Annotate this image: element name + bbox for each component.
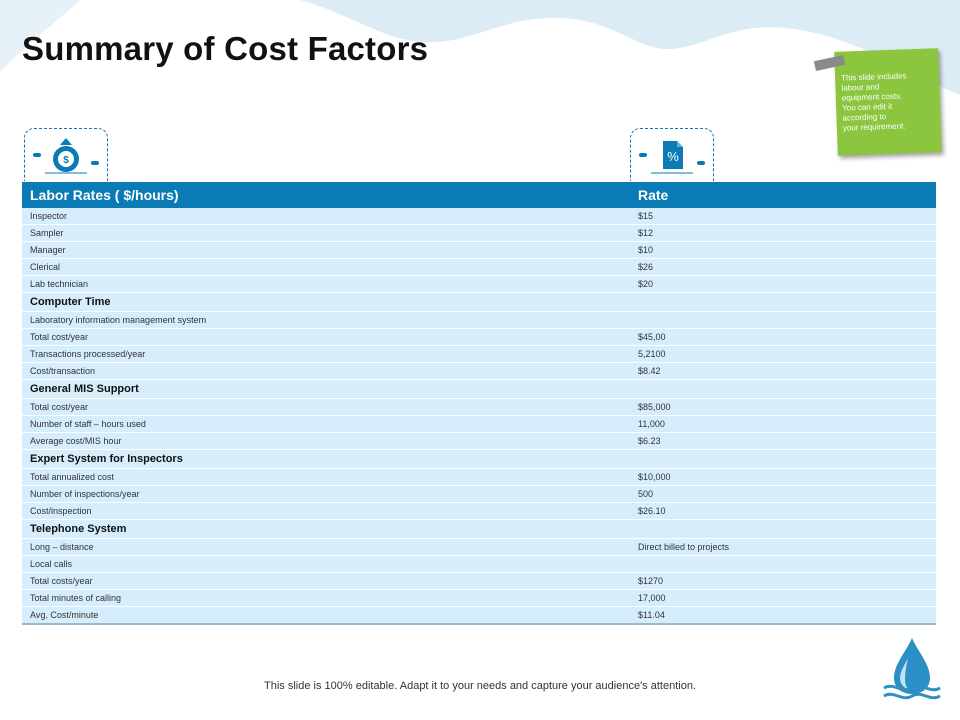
row-value (630, 449, 936, 469)
row-value (630, 292, 936, 312)
rate-icon-box: % (630, 128, 714, 181)
row-value: $15 (630, 208, 936, 225)
row-value (630, 555, 936, 573)
row-label: Total costs/year (22, 572, 630, 590)
row-value: Direct billed to projects (630, 538, 936, 556)
row-label: Sampler (22, 224, 630, 242)
row-value: $12 (630, 224, 936, 242)
table-row: Number of inspections/year 500 (22, 485, 936, 503)
row-value: $85,000 (630, 398, 936, 416)
table-row: Average cost/MIS hour $6.23 (22, 432, 936, 450)
table-row: Avg. Cost/minute $11.04 (22, 606, 936, 625)
table-row: Lab technician $20 (22, 275, 936, 293)
row-label: Lab technician (22, 275, 630, 293)
table-row: Total costs/year $1270 (22, 572, 936, 590)
table-header-row: Labor Rates ( $/hours) Rate (22, 182, 936, 208)
table-row: Laboratory information management system (22, 311, 936, 329)
table-row: Total minutes of calling 17,000 (22, 589, 936, 607)
header-rate: Rate (630, 182, 936, 208)
row-value (630, 519, 936, 539)
page-title: Summary of Cost Factors (22, 30, 429, 67)
section-row: General MIS Support (22, 379, 936, 399)
water-drop-logo (883, 638, 941, 700)
row-value: 500 (630, 485, 936, 503)
row-value: $8.42 (630, 362, 936, 380)
row-label: Avg. Cost/minute (22, 606, 630, 625)
row-value: 17,000 (630, 589, 936, 607)
money-bag-icon: $ (33, 138, 99, 174)
labor-icon-box: $ (24, 128, 108, 181)
row-label: Laboratory information management system (22, 311, 630, 329)
row-label: Total cost/year (22, 398, 630, 416)
row-value: $45,00 (630, 328, 936, 346)
row-value: $20 (630, 275, 936, 293)
row-value (630, 379, 936, 399)
table-row: Sampler $12 (22, 224, 936, 242)
row-value: $10 (630, 241, 936, 259)
table-row: Total annualized cost $10,000 (22, 468, 936, 486)
table-row: Long – distance Direct billed to projects (22, 538, 936, 556)
table-row: Local calls (22, 555, 936, 573)
row-label: Cost/transaction (22, 362, 630, 380)
row-label: Clerical (22, 258, 630, 276)
table-row: Clerical $26 (22, 258, 936, 276)
table-row: Inspector $15 (22, 208, 936, 225)
row-label: Transactions processed/year (22, 345, 630, 363)
row-label: Long – distance (22, 538, 630, 556)
row-label: Inspector (22, 208, 630, 225)
section-row: Computer Time (22, 292, 936, 312)
row-label: Manager (22, 241, 630, 259)
header-labor-rates: Labor Rates ( $/hours) (22, 182, 630, 208)
table-row: Total cost/year $85,000 (22, 398, 936, 416)
section-label: Telephone System (22, 519, 630, 539)
table-row: Number of staff – hours used 11,000 (22, 415, 936, 433)
row-value: $1270 (630, 572, 936, 590)
section-row: Expert System for Inspectors (22, 449, 936, 469)
row-value: 11,000 (630, 415, 936, 433)
table-row: Total cost/year $45,00 (22, 328, 936, 346)
row-value (630, 311, 936, 329)
row-label: Number of inspections/year (22, 485, 630, 503)
row-label: Cost/inspection (22, 502, 630, 520)
section-label: Expert System for Inspectors (22, 449, 630, 469)
sticky-note-text: This slide includes labour and equipment… (840, 71, 907, 133)
table-row: Transactions processed/year 5,2100 (22, 345, 936, 363)
percent-document-icon: % (639, 141, 705, 174)
row-label: Number of staff – hours used (22, 415, 630, 433)
row-value: $6.23 (630, 432, 936, 450)
row-label: Total cost/year (22, 328, 630, 346)
table-row: Cost/inspection $26.10 (22, 502, 936, 520)
row-value: 5,2100 (630, 345, 936, 363)
sticky-note: This slide includes labour and equipment… (813, 48, 942, 156)
svg-text:$: $ (63, 155, 69, 166)
row-value: $26.10 (630, 502, 936, 520)
table-row: Manager $10 (22, 241, 936, 259)
footer-text: This slide is 100% editable. Adapt it to… (264, 680, 696, 692)
row-value: $10,000 (630, 468, 936, 486)
row-label: Local calls (22, 555, 630, 573)
row-value: $11.04 (630, 606, 936, 625)
table-body: Inspector $15 Sampler $12 Manager $10 Clerical… (22, 208, 936, 625)
svg-text:%: % (667, 149, 679, 164)
row-value: $26 (630, 258, 936, 276)
row-label: Total annualized cost (22, 468, 630, 486)
table-row: Cost/transaction $8.42 (22, 362, 936, 380)
section-label: Computer Time (22, 292, 630, 312)
section-row: Telephone System (22, 519, 936, 539)
section-label: General MIS Support (22, 379, 630, 399)
row-label: Average cost/MIS hour (22, 432, 630, 450)
row-label: Total minutes of calling (22, 589, 630, 607)
cost-factors-table: Labor Rates ( $/hours) Rate Inspector $15… (22, 182, 936, 625)
